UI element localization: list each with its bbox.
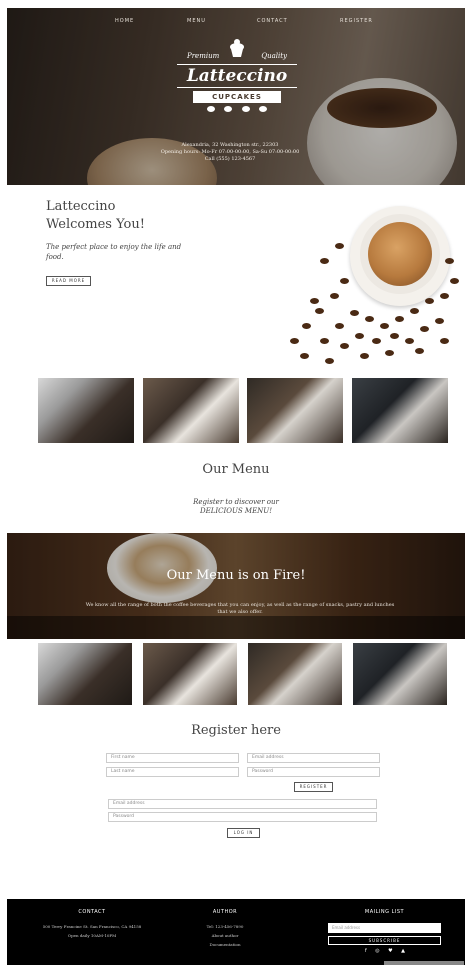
top-nav: HOME MENU CONTACT REGISTER <box>7 18 465 30</box>
instagram-icon[interactable]: ◎ <box>375 948 379 954</box>
photo-pour-over-2 <box>248 643 342 705</box>
welcome-subtitle: The perfect place to enjoy the life and … <box>46 243 182 261</box>
read-more-button[interactable]: READ MORE <box>46 276 91 286</box>
footer-tel: Tel: 123-456-7890 <box>206 924 244 929</box>
logo-script-left: Premium <box>187 52 220 60</box>
footer-address: 500 Terry Francine St. San Francisco, CA… <box>42 924 142 929</box>
youtube-icon[interactable]: ▲ <box>401 948 405 954</box>
footer-mailing-head: MAILING LIST <box>364 909 405 915</box>
coffee-beans-icon <box>202 106 272 112</box>
photo-barista-pouring-2 <box>353 643 447 705</box>
photo-pour-over <box>247 378 343 443</box>
footer-about-link[interactable]: About author <box>185 931 265 940</box>
menu-fire-banner <box>7 533 465 639</box>
coffee-cup-beans-image <box>280 198 460 368</box>
logo-brand: Latteccino <box>177 64 297 88</box>
logo-script-right: Quality <box>261 52 287 60</box>
hero-info: Alexandria, 32 Washington str., 22303 Op… <box>120 142 340 163</box>
register-button[interactable]: REGISTER <box>294 782 333 792</box>
footer: CONTACT 500 Terry Francine St. San Franc… <box>7 899 465 965</box>
last-name-field[interactable]: Last name <box>106 767 239 777</box>
footer-author-head: AUTHOR <box>212 909 238 915</box>
photo-espresso-machine <box>38 378 134 443</box>
login-button[interactable]: LOG IN <box>227 828 260 838</box>
menu-subtitle-line1: Register to discover our <box>193 498 279 506</box>
facebook-icon[interactable]: f <box>365 948 367 954</box>
hero-phone: Call (555) 123-4567 <box>204 156 256 162</box>
nav-menu[interactable]: MENU <box>187 18 206 24</box>
mailing-email-input[interactable]: Email address <box>328 923 441 933</box>
photo-cafe-table <box>143 378 239 443</box>
cupcake-icon <box>230 39 244 57</box>
nav-home[interactable]: HOME <box>115 18 134 24</box>
login-password-field[interactable]: Password <box>108 812 377 822</box>
fire-title: Our Menu is on Fire! <box>166 568 306 583</box>
logo-ribbon: CUPCAKES <box>193 91 281 103</box>
footer-contact-head: CONTACT <box>78 909 106 915</box>
fire-description: We know all the range of both the coffee… <box>85 602 395 615</box>
footer-hours: Open daily 10AM-10PM <box>67 933 117 938</box>
footer-docs-link[interactable]: Documentation <box>185 940 265 949</box>
first-name-field[interactable]: First name <box>106 753 239 763</box>
login-email-field[interactable]: Email address <box>108 799 377 809</box>
hero-address: Alexandria, 32 Washington str., 22303 <box>181 142 279 148</box>
corner-badge <box>384 961 464 965</box>
footer-contact: CONTACT 500 Terry Francine St. San Franc… <box>27 909 157 940</box>
photo-espresso-machine-2 <box>38 643 132 705</box>
brand-logo[interactable]: Premium Quality Latteccino CUPCAKES <box>177 38 297 138</box>
email-field[interactable]: Email address <box>247 753 380 763</box>
welcome-title: Latteccino Welcomes You! <box>46 199 145 232</box>
password-field[interactable]: Password <box>247 767 380 777</box>
subscribe-button[interactable]: SUBSCRIBE <box>328 936 441 945</box>
menu-subtitle-line2: DELICIOUS MENU! <box>199 507 273 515</box>
twitter-icon[interactable]: ♥ <box>388 948 392 954</box>
nav-contact[interactable]: CONTACT <box>257 18 288 24</box>
register-title: Register here <box>191 723 281 738</box>
hero-hours: Opening hours: Mo-Fr 07:00-00:00, Sa-Su … <box>160 149 300 155</box>
photo-barista-pouring <box>352 378 448 443</box>
menu-title: Our Menu <box>202 462 270 477</box>
photo-cafe-table-2 <box>143 643 237 705</box>
footer-author: AUTHOR Tel: 123-456-7890 About author Do… <box>185 909 265 949</box>
nav-register[interactable]: REGISTER <box>340 18 373 24</box>
social-links: f ◎ ♥ ▲ <box>365 948 405 954</box>
footer-mailing: MAILING LIST <box>347 909 422 915</box>
